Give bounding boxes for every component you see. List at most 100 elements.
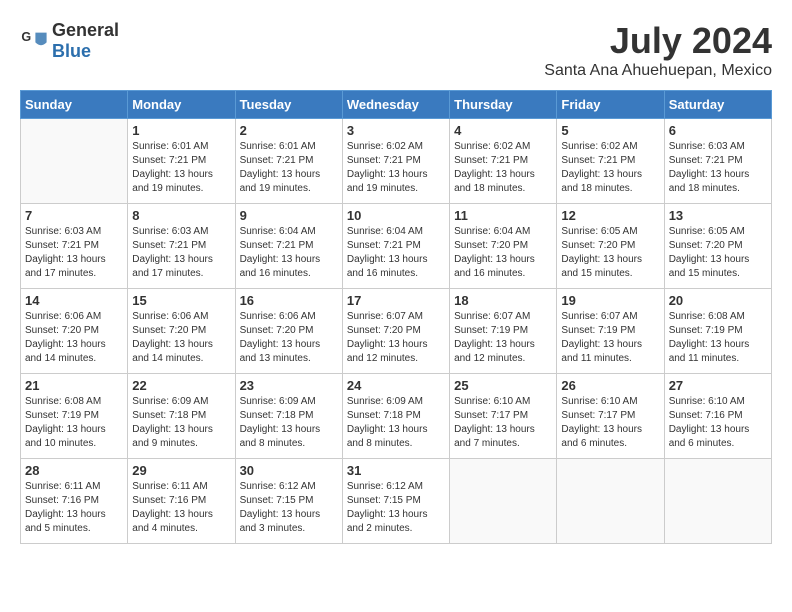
weekday-thursday: Thursday (450, 91, 557, 119)
day-info: Sunrise: 6:08 AMSunset: 7:19 PMDaylight:… (25, 395, 123, 451)
day-info: Sunrise: 6:01 AMSunset: 7:21 PMDaylight:… (240, 140, 338, 196)
day-number: 4 (454, 123, 552, 138)
month-title: July 2024 (544, 20, 772, 62)
day-number: 13 (669, 208, 767, 223)
calendar-cell: 17 Sunrise: 6:07 AMSunset: 7:20 PMDayligh… (342, 289, 449, 374)
day-number: 6 (669, 123, 767, 138)
day-info: Sunrise: 6:05 AMSunset: 7:20 PMDaylight:… (561, 225, 659, 281)
calendar-cell: 23 Sunrise: 6:09 AMSunset: 7:18 PMDayligh… (235, 374, 342, 459)
day-number: 10 (347, 208, 445, 223)
day-info: Sunrise: 6:11 AMSunset: 7:16 PMDaylight:… (25, 480, 123, 536)
calendar-cell (664, 459, 771, 544)
day-info: Sunrise: 6:04 AMSunset: 7:21 PMDaylight:… (347, 225, 445, 281)
calendar-cell: 11 Sunrise: 6:04 AMSunset: 7:20 PMDayligh… (450, 204, 557, 289)
day-number: 30 (240, 463, 338, 478)
calendar-week-4: 28Sunrise: 6:11 AMSunset: 7:16 PMDayligh… (21, 459, 772, 544)
day-number: 8 (132, 208, 230, 223)
calendar-cell: 21Sunrise: 6:08 AMSunset: 7:19 PMDayligh… (21, 374, 128, 459)
day-number: 5 (561, 123, 659, 138)
logo-blue: Blue (52, 41, 91, 61)
calendar-cell: 20 Sunrise: 6:08 AMSunset: 7:19 PMDayligh… (664, 289, 771, 374)
calendar-week-0: 1 Sunrise: 6:01 AMSunset: 7:21 PMDaylight… (21, 119, 772, 204)
calendar-cell: 27Sunrise: 6:10 AMSunset: 7:16 PMDayligh… (664, 374, 771, 459)
calendar-cell: 18 Sunrise: 6:07 AMSunset: 7:19 PMDayligh… (450, 289, 557, 374)
calendar-cell: 28Sunrise: 6:11 AMSunset: 7:16 PMDayligh… (21, 459, 128, 544)
calendar-cell (21, 119, 128, 204)
day-number: 17 (347, 293, 445, 308)
day-number: 11 (454, 208, 552, 223)
day-info: Sunrise: 6:07 AMSunset: 7:20 PMDaylight:… (347, 310, 445, 366)
day-info: Sunrise: 6:08 AMSunset: 7:19 PMDaylight:… (669, 310, 767, 366)
day-info: Sunrise: 6:02 AMSunset: 7:21 PMDaylight:… (347, 140, 445, 196)
calendar-cell: 7Sunrise: 6:03 AMSunset: 7:21 PMDaylight… (21, 204, 128, 289)
day-info: Sunrise: 6:03 AMSunset: 7:21 PMDaylight:… (669, 140, 767, 196)
calendar-cell: 14 Sunrise: 6:06 AMSunset: 7:20 PMDayligh… (21, 289, 128, 374)
calendar-cell: 4 Sunrise: 6:02 AMSunset: 7:21 PMDaylight… (450, 119, 557, 204)
page-header: G General Blue July 2024 Santa Ana Ahueh… (20, 20, 772, 80)
weekday-header-row: SundayMondayTuesdayWednesdayThursdayFrid… (21, 91, 772, 119)
day-number: 18 (454, 293, 552, 308)
calendar-cell (557, 459, 664, 544)
logo-text: General Blue (52, 20, 119, 62)
day-info: Sunrise: 6:10 AMSunset: 7:17 PMDaylight:… (454, 395, 552, 451)
calendar-table: SundayMondayTuesdayWednesdayThursdayFrid… (20, 90, 772, 544)
day-info: Sunrise: 6:10 AMSunset: 7:16 PMDaylight:… (669, 395, 767, 451)
day-info: Sunrise: 6:05 AMSunset: 7:20 PMDaylight:… (669, 225, 767, 281)
day-number: 26 (561, 378, 659, 393)
day-number: 3 (347, 123, 445, 138)
day-number: 20 (669, 293, 767, 308)
calendar-cell: 31 Sunrise: 6:12 AMSunset: 7:15 PMDayligh… (342, 459, 449, 544)
weekday-wednesday: Wednesday (342, 91, 449, 119)
day-info: Sunrise: 6:02 AMSunset: 7:21 PMDaylight:… (454, 140, 552, 196)
calendar-cell: 3 Sunrise: 6:02 AMSunset: 7:21 PMDaylight… (342, 119, 449, 204)
day-info: Sunrise: 6:06 AMSunset: 7:20 PMDaylight:… (132, 310, 230, 366)
day-number: 23 (240, 378, 338, 393)
day-number: 2 (240, 123, 338, 138)
calendar-cell: 22Sunrise: 6:09 AMSunset: 7:18 PMDayligh… (128, 374, 235, 459)
day-info: Sunrise: 6:09 AMSunset: 7:18 PMDaylight:… (347, 395, 445, 451)
day-number: 7 (25, 208, 123, 223)
day-info: Sunrise: 6:03 AMSunset: 7:21 PMDaylight:… (132, 225, 230, 281)
day-number: 16 (240, 293, 338, 308)
calendar-week-3: 21Sunrise: 6:08 AMSunset: 7:19 PMDayligh… (21, 374, 772, 459)
weekday-sunday: Sunday (21, 91, 128, 119)
calendar-cell: 24 Sunrise: 6:09 AMSunset: 7:18 PMDayligh… (342, 374, 449, 459)
day-info: Sunrise: 6:10 AMSunset: 7:17 PMDaylight:… (561, 395, 659, 451)
day-number: 19 (561, 293, 659, 308)
day-info: Sunrise: 6:06 AMSunset: 7:20 PMDaylight:… (240, 310, 338, 366)
calendar-cell: 10 Sunrise: 6:04 AMSunset: 7:21 PMDayligh… (342, 204, 449, 289)
day-number: 31 (347, 463, 445, 478)
day-info: Sunrise: 6:04 AMSunset: 7:21 PMDaylight:… (240, 225, 338, 281)
day-info: Sunrise: 6:12 AMSunset: 7:15 PMDaylight:… (240, 480, 338, 536)
day-number: 25 (454, 378, 552, 393)
day-info: Sunrise: 6:12 AMSunset: 7:15 PMDaylight:… (347, 480, 445, 536)
day-info: Sunrise: 6:06 AMSunset: 7:20 PMDaylight:… (25, 310, 123, 366)
day-number: 15 (132, 293, 230, 308)
day-info: Sunrise: 6:02 AMSunset: 7:21 PMDaylight:… (561, 140, 659, 196)
calendar-cell: 9 Sunrise: 6:04 AMSunset: 7:21 PMDaylight… (235, 204, 342, 289)
calendar-cell: 29Sunrise: 6:11 AMSunset: 7:16 PMDayligh… (128, 459, 235, 544)
logo-general: General (52, 20, 119, 40)
day-number: 9 (240, 208, 338, 223)
calendar-week-1: 7 Sunrise: 6:03 AMSunset: 7:21 PMDaylight… (21, 204, 772, 289)
day-number: 29 (132, 463, 230, 478)
calendar-week-2: 14 Sunrise: 6:06 AMSunset: 7:20 PMDayligh… (21, 289, 772, 374)
calendar-cell: 26 Sunrise: 6:10 AMSunset: 7:17 PMDayligh… (557, 374, 664, 459)
day-info: Sunrise: 6:09 AMSunset: 7:18 PMDaylight:… (132, 395, 230, 451)
calendar-cell (450, 459, 557, 544)
day-info: Sunrise: 6:01 AMSunset: 7:21 PMDaylight:… (132, 140, 230, 196)
day-number: 1 (132, 123, 230, 138)
day-info: Sunrise: 6:07 AMSunset: 7:19 PMDaylight:… (454, 310, 552, 366)
calendar-cell: 12Sunrise: 6:05 AMSunset: 7:20 PMDayligh… (557, 204, 664, 289)
calendar-cell: 1 Sunrise: 6:01 AMSunset: 7:21 PMDaylight… (128, 119, 235, 204)
day-info: Sunrise: 6:04 AMSunset: 7:20 PMDaylight:… (454, 225, 552, 281)
calendar-cell: 19 Sunrise: 6:07 AMSunset: 7:19 PMDayligh… (557, 289, 664, 374)
calendar-body: 1 Sunrise: 6:01 AMSunset: 7:21 PMDaylight… (21, 119, 772, 544)
calendar-cell: 15 Sunrise: 6:06 AMSunset: 7:20 PMDayligh… (128, 289, 235, 374)
day-number: 24 (347, 378, 445, 393)
location-title: Santa Ana Ahuehuepan, Mexico (544, 62, 772, 80)
day-info: Sunrise: 6:07 AMSunset: 7:19 PMDaylight:… (561, 310, 659, 366)
day-info: Sunrise: 6:09 AMSunset: 7:18 PMDaylight:… (240, 395, 338, 451)
calendar-cell: 30 Sunrise: 6:12 AMSunset: 7:15 PMDayligh… (235, 459, 342, 544)
day-number: 14 (25, 293, 123, 308)
